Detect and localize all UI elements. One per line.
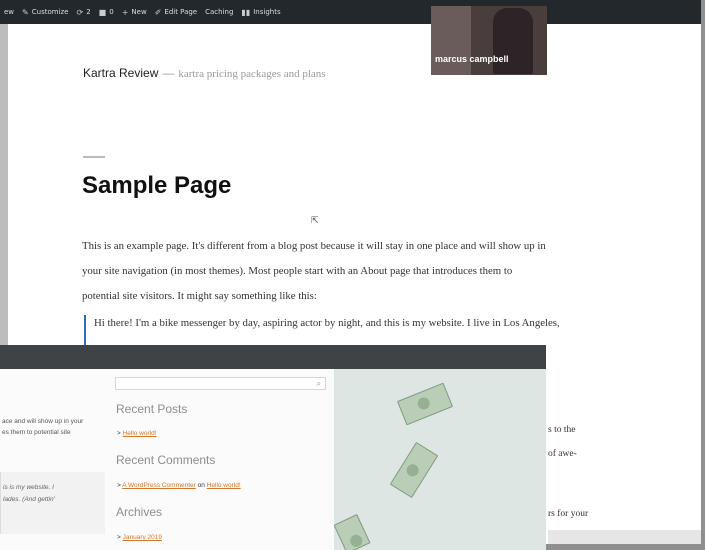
chevron-right-icon: > (117, 430, 121, 437)
body-line: potential site visitors. It might say so… (82, 290, 317, 302)
wp-admin-bar: ew ✎ Customize ⟳ 2 ■ 0 + New ✐ Edit Page… (0, 0, 701, 24)
site-title[interactable]: Kartra Review (83, 66, 158, 80)
search-input[interactable]: ⌕ (115, 377, 326, 390)
archive-link[interactable]: January 2019 (123, 534, 162, 541)
webcam-overlay: marcus campbell (431, 6, 547, 75)
recent-post-item: > Hello world! (117, 430, 157, 437)
comment-author-link[interactable]: A WordPress Commenter (122, 482, 196, 489)
webcam-background (431, 6, 471, 75)
admin-bar-comments-count: 0 (109, 8, 114, 16)
plus-icon: + (121, 7, 129, 17)
admin-bar-edit-page-label: Edit Page (164, 8, 198, 16)
admin-bar-updates-count: 2 (86, 8, 91, 16)
recent-posts-title: Recent Posts (116, 402, 188, 416)
dollar-bill-image (334, 514, 371, 550)
recent-post-link[interactable]: Hello world! (123, 430, 157, 437)
post-quote-line: is is my website. I (3, 484, 54, 491)
admin-bar-caching[interactable]: Caching (205, 8, 233, 16)
blockquote-text: Hi there! I'm a bike messenger by day, a… (94, 317, 560, 329)
admin-bar-caching-label: Caching (205, 8, 234, 16)
admin-bar-edit-page[interactable]: ✐ Edit Page (155, 8, 197, 17)
admin-bar-insights-label: Insights (253, 8, 281, 16)
recent-comment-item: > A WordPress Commenter on Hello world! (117, 482, 241, 489)
dollar-bill-image (396, 382, 454, 426)
chevron-right-icon: > (117, 534, 121, 541)
body-fragment: s to the (548, 425, 576, 435)
site-description: kartra pricing packages and plans (178, 68, 326, 80)
search-icon[interactable]: ⌕ (317, 379, 321, 389)
browser-window-front: ace and will show up in your es them to … (0, 345, 546, 550)
admin-bar-view[interactable]: ew (4, 8, 14, 16)
body-fragment: rs for your (548, 509, 589, 519)
sidebar: ⌕ Recent Posts > Hello world! Recent Com… (112, 369, 334, 550)
title-divider (83, 156, 105, 158)
post-quote-line: lades. (And gettin' (3, 496, 55, 503)
front-post-column: ace and will show up in your es them to … (0, 369, 112, 550)
front-window-header (0, 345, 546, 369)
admin-bar-customize[interactable]: ✎ Customize (22, 8, 68, 17)
site-separator: — (162, 66, 175, 80)
pencil-icon: ✐ (154, 7, 162, 17)
refresh-icon: ⟳ (76, 7, 84, 17)
body-fragment: of awe- (548, 449, 577, 459)
comment-on-text: on (197, 482, 205, 489)
page-title: Sample Page (82, 172, 232, 199)
mouse-cursor-icon: ⇱ (311, 216, 319, 226)
webcam-name-label: marcus campbell (435, 54, 509, 64)
comment-post-link[interactable]: Hello world! (207, 482, 241, 489)
admin-bar-insights[interactable]: ▮▮ Insights (241, 8, 280, 17)
admin-bar-customize-label: Customize (31, 8, 69, 16)
admin-bar-comments[interactable]: ■ 0 (99, 8, 114, 17)
page-body: This is an example page. It's different … (82, 234, 602, 309)
money-image (334, 369, 546, 550)
bar-chart-icon: ▮▮ (241, 7, 251, 17)
taskbar-strip (548, 530, 701, 544)
admin-bar-new[interactable]: + New (122, 8, 147, 17)
body-line: This is an example page. It's different … (82, 240, 546, 252)
brush-icon: ✎ (22, 7, 29, 17)
archive-item: > January 2019 (117, 534, 162, 541)
admin-bar-new-label: New (131, 8, 147, 16)
body-line: your site navigation (in most themes). M… (82, 265, 513, 277)
webcam-person (493, 8, 533, 74)
dollar-bill-image (389, 441, 439, 499)
admin-bar-view-label: ew (4, 8, 15, 16)
post-blockquote: is is my website. I lades. (And gettin' (0, 472, 105, 534)
comment-icon: ■ (98, 7, 107, 17)
recent-comments-title: Recent Comments (116, 453, 216, 467)
site-header: Kartra Review — kartra pricing packages an… (83, 66, 326, 80)
post-text-line: es them to potential site (2, 429, 71, 436)
chevron-right-icon: > (117, 482, 121, 489)
post-text-line: ace and will show up in your (2, 418, 84, 425)
admin-bar-updates[interactable]: ⟳ 2 (77, 8, 91, 17)
archives-title: Archives (116, 505, 163, 519)
blockquote-border (84, 315, 86, 345)
